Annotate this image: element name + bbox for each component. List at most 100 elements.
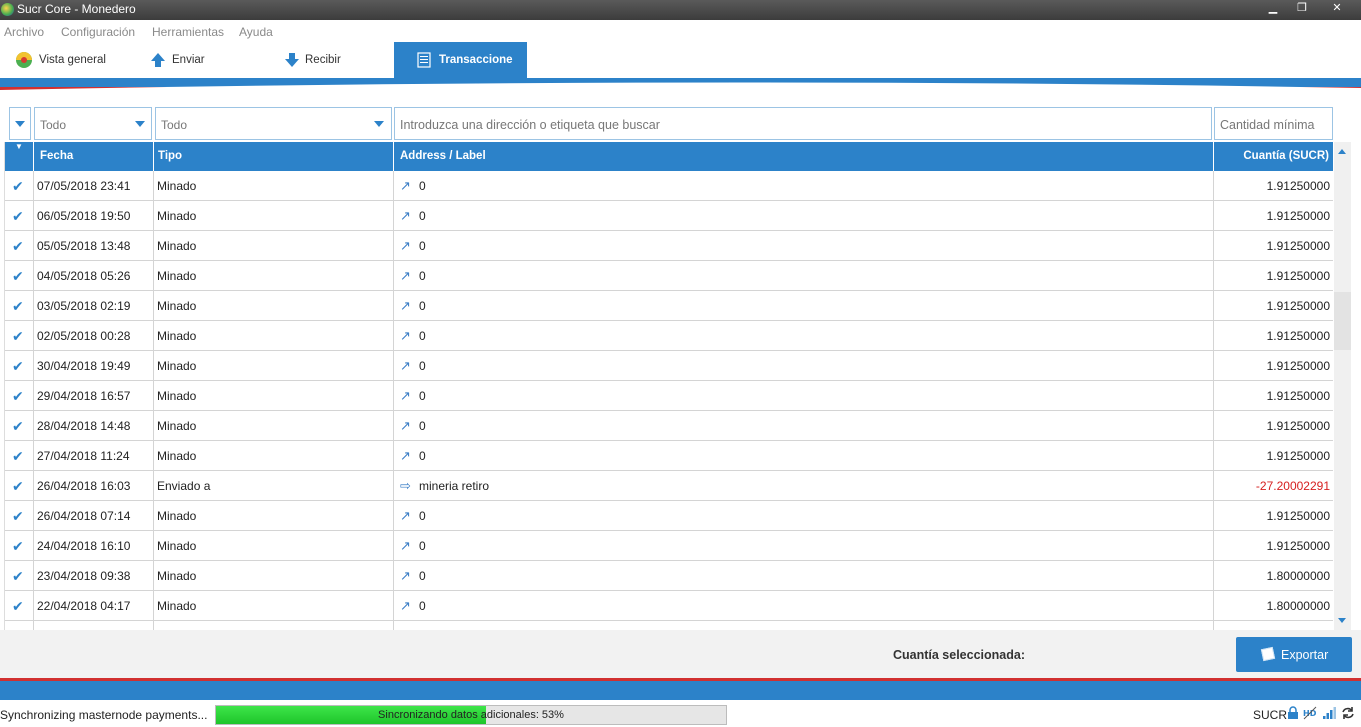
table-row[interactable]: ✔ 07/05/2018 23:41 Minado ↗ 0 1.91250000 <box>5 171 1333 201</box>
table-row[interactable]: ✔ 26/04/2018 07:14 Minado ↗ 0 1.91250000 <box>5 501 1333 531</box>
toolbar: Vista general Enviar Recibir Transaccion… <box>0 42 1361 78</box>
confirmed-cell: ✔ <box>5 441 34 471</box>
scroll-thumb[interactable] <box>1334 292 1351 350</box>
address-cell: ↗ 0 <box>394 501 1214 531</box>
type-cell: Minado <box>154 561 394 591</box>
table-row[interactable]: ✔ 24/04/2018 16:10 Minado ↗ 0 1.91250000 <box>5 531 1333 561</box>
confirmed-cell: ✔ <box>5 201 34 231</box>
header-watch-column[interactable]: ▼ <box>5 142 34 171</box>
date-cell: 23/04/2018 09:38 <box>34 561 154 591</box>
table-body: ✔ 07/05/2018 23:41 Minado ↗ 0 1.91250000 ✔ 06/0… <box>5 171 1333 630</box>
amount-cell: 1.80000000 <box>1214 561 1333 591</box>
confirmed-cell: ✔ <box>5 531 34 561</box>
mined-arrow-icon: ↗ <box>400 508 411 523</box>
amount-cell: 1.91250000 <box>1214 231 1333 261</box>
header-address[interactable]: Address / Label <box>394 142 1214 171</box>
address-label: 0 <box>419 419 426 433</box>
confirmed-cell: ✔ <box>5 351 34 381</box>
mined-arrow-icon: ↗ <box>400 268 411 283</box>
type-cell: Minado <box>154 261 394 291</box>
hd-icon[interactable]: HD <box>1303 706 1317 720</box>
status-bar: Synchronizing masternode payments... Sin… <box>0 700 1361 727</box>
confirmed-check-icon: ✔ <box>12 358 24 374</box>
export-icon <box>1260 646 1276 662</box>
table-row[interactable]: ✔ 26/04/2018 16:03 Enviado a ⇨ mineria retir… <box>5 471 1333 501</box>
address-cell: ↗ 0 <box>394 591 1214 621</box>
table-row[interactable]: ✔ 03/05/2018 02:19 Minado ↗ 0 1.91250000 <box>5 291 1333 321</box>
sort-indicator-icon: ▼ <box>15 142 23 151</box>
tab-send-label: Enviar <box>172 54 205 66</box>
type-cell: Minado <box>154 591 394 621</box>
amount-cell: 1.91250000 <box>1214 261 1333 291</box>
header-amount[interactable]: Cuantía (SUCR) <box>1214 142 1333 171</box>
status-text: Synchronizing masternode payments... <box>0 708 208 722</box>
type-cell: Minado <box>154 321 394 351</box>
unit-label[interactable]: SUCR <box>1253 708 1287 722</box>
date-cell: 04/05/2018 05:26 <box>34 261 154 291</box>
tab-overview[interactable]: Vista general <box>15 42 135 78</box>
address-label: 0 <box>419 269 426 283</box>
export-button[interactable]: Exportar <box>1236 637 1352 672</box>
table-row[interactable]: ✔ 06/05/2018 19:50 Minado ↗ 0 1.91250000 <box>5 201 1333 231</box>
tab-send[interactable]: Enviar <box>149 42 269 78</box>
search-placeholder: Introduzca una dirección o etiqueta que … <box>400 118 660 132</box>
vertical-scrollbar[interactable] <box>1334 142 1351 630</box>
header-date[interactable]: Fecha <box>34 142 154 171</box>
table-row[interactable]: ✔ 30/04/2018 19:49 Minado ↗ 0 1.91250000 <box>5 351 1333 381</box>
date-cell: 02/05/2018 00:28 <box>34 321 154 351</box>
mined-arrow-icon: ↗ <box>400 418 411 433</box>
receive-arrow-down-icon <box>285 53 299 67</box>
mined-arrow-icon: ↗ <box>400 388 411 403</box>
overview-icon <box>16 52 32 68</box>
signal-icon[interactable] <box>1322 706 1336 720</box>
selected-amount-label: Cuantía seleccionada: <box>893 648 1025 662</box>
close-button[interactable]: ✕ <box>1317 0 1357 17</box>
confirmed-cell: ✔ <box>5 591 34 621</box>
table-row[interactable]: ✔ 02/05/2018 00:28 Minado ↗ 0 1.91250000 <box>5 321 1333 351</box>
maximize-button[interactable]: ❐ <box>1285 0 1319 17</box>
watch-only-filter[interactable] <box>9 107 31 140</box>
menu-tools[interactable]: Herramientas <box>152 25 224 39</box>
table-row[interactable]: ✔ 27/04/2018 11:24 Minado ↗ 0 1.91250000 <box>5 441 1333 471</box>
table-row[interactable]: ✔ 04/05/2018 05:26 Minado ↗ 0 1.91250000 <box>5 261 1333 291</box>
confirmed-check-icon: ✔ <box>12 508 24 524</box>
mined-arrow-icon: ↗ <box>400 208 411 223</box>
search-input[interactable]: Introduzca una dirección o etiqueta que … <box>394 107 1212 140</box>
sync-icon[interactable] <box>1341 706 1355 720</box>
confirmed-cell: ✔ <box>5 411 34 441</box>
table-row[interactable]: ✔ 29/04/2018 16:57 Minado ↗ 0 1.91250000 <box>5 381 1333 411</box>
scroll-up-icon[interactable] <box>1338 149 1346 154</box>
header-type[interactable]: Tipo <box>154 142 394 171</box>
menu-settings[interactable]: Configuración <box>61 25 135 39</box>
type-cell: Minado <box>154 231 394 261</box>
date-cell: 03/05/2018 02:19 <box>34 291 154 321</box>
menu-help[interactable]: Ayuda <box>239 25 273 39</box>
mined-arrow-icon: ↗ <box>400 178 411 193</box>
tab-transactions[interactable]: Transaccione <box>394 42 527 78</box>
scroll-down-icon[interactable] <box>1338 618 1346 623</box>
table-row[interactable]: ✔ 23/04/2018 09:38 Minado ↗ 0 1.80000000 <box>5 561 1333 591</box>
confirmed-cell: ✔ <box>5 321 34 351</box>
type-filter-select[interactable]: Todo <box>155 107 392 140</box>
table-row[interactable]: ✔ 28/04/2018 14:48 Minado ↗ 0 1.91250000 <box>5 411 1333 441</box>
table-row[interactable]: ✔ 22/04/2018 04:17 Minado ↗ 0 1.80000000 <box>5 591 1333 621</box>
table-row[interactable]: ✔↗ <box>5 621 1333 630</box>
address-label: 0 <box>419 359 426 373</box>
mined-arrow-icon: ↗ <box>400 238 411 253</box>
min-amount-input[interactable]: Cantidad mínima <box>1214 107 1333 140</box>
confirmed-cell: ✔ <box>5 561 34 591</box>
table-row[interactable]: ✔ 05/05/2018 13:48 Minado ↗ 0 1.91250000 <box>5 231 1333 261</box>
address-label: 0 <box>419 329 426 343</box>
tab-receive[interactable]: Recibir <box>283 42 393 78</box>
lock-icon[interactable] <box>1286 706 1300 720</box>
amount-cell: 1.91250000 <box>1214 381 1333 411</box>
confirmed-cell: ✔ <box>5 621 34 630</box>
footer-bar: Cuantía seleccionada: Exportar <box>0 630 1361 678</box>
sync-progress-label: Sincronizando datos adicionales: 53% <box>378 709 564 721</box>
amount-cell: 1.91250000 <box>1214 531 1333 561</box>
address-label: 0 <box>419 299 426 313</box>
table-header: ▼ Fecha Tipo Address / Label Cuantía (SU… <box>5 142 1333 171</box>
menu-file[interactable]: Archivo <box>4 25 44 39</box>
date-filter-select[interactable]: Todo <box>34 107 152 140</box>
confirmed-check-icon: ✔ <box>12 268 24 284</box>
